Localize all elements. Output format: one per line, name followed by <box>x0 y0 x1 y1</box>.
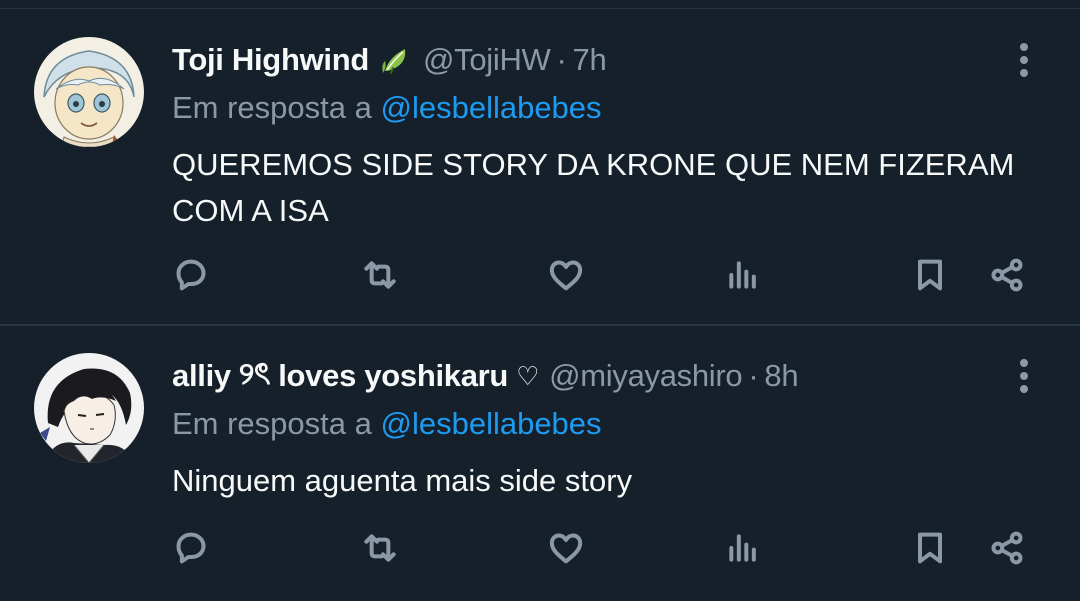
timestamp[interactable]: 8h <box>764 358 798 394</box>
share-icon[interactable] <box>982 250 1032 300</box>
reply-context: Em resposta a @lesbellabebes <box>172 406 602 442</box>
avatar[interactable] <box>34 37 144 147</box>
action-bar <box>172 250 1042 300</box>
tweet-text: QUEREMOS SIDE STORY DA KRONE QUE NEM FIZ… <box>172 147 1015 228</box>
views-icon[interactable] <box>718 523 768 573</box>
retweet-icon[interactable] <box>355 250 405 300</box>
reply-icon[interactable] <box>166 523 216 573</box>
tweet[interactable]: alliy ୨ৎ loves yoshikaru ♡ @miyayashiro … <box>0 326 1080 601</box>
bookmark-icon[interactable] <box>905 523 955 573</box>
timeline: Toji Highwind @TojiHW · 7h Em resposta a… <box>0 0 1080 601</box>
reply-prefix: Em resposta a <box>172 90 381 125</box>
like-icon[interactable] <box>541 250 591 300</box>
tweet-header: Toji Highwind @TojiHW · 7h <box>172 38 607 82</box>
like-icon[interactable] <box>541 523 591 573</box>
action-bar <box>172 523 1042 573</box>
reply-icon[interactable] <box>166 250 216 300</box>
display-name[interactable]: Toji Highwind <box>172 42 369 78</box>
handle[interactable]: @miyayashiro <box>549 358 743 394</box>
reply-prefix: Em resposta a <box>172 406 381 441</box>
display-name-rest[interactable]: loves yoshikaru <box>278 358 508 394</box>
tweet-header: alliy ୨ৎ loves yoshikaru ♡ @miyayashiro … <box>172 354 799 398</box>
tweet-text: Ninguem aguenta mais side story <box>172 463 633 498</box>
reply-mention[interactable]: @lesbellabebes <box>380 90 601 125</box>
separator: · <box>556 42 567 77</box>
display-name-emoji: ୨ৎ <box>238 356 271 391</box>
handle[interactable]: @TojiHW <box>423 42 551 78</box>
reply-context: Em resposta a @lesbellabebes <box>172 90 602 126</box>
reply-mention[interactable]: @lesbellabebes <box>380 406 601 441</box>
display-name-heart: ♡ <box>516 360 540 391</box>
views-icon[interactable] <box>718 250 768 300</box>
bookmark-icon[interactable] <box>905 250 955 300</box>
separator: · <box>748 358 759 393</box>
display-name[interactable]: alliy <box>172 358 231 394</box>
retweet-icon[interactable] <box>355 523 405 573</box>
avatar[interactable] <box>34 353 144 463</box>
tweet[interactable]: Toji Highwind @TojiHW · 7h Em resposta a… <box>0 10 1080 324</box>
more-options-icon[interactable] <box>1010 40 1038 80</box>
more-options-icon[interactable] <box>1010 356 1038 396</box>
share-icon[interactable] <box>982 523 1032 573</box>
top-divider <box>0 8 1080 9</box>
sprout-leaf-icon <box>379 43 413 77</box>
timestamp[interactable]: 7h <box>573 42 607 78</box>
